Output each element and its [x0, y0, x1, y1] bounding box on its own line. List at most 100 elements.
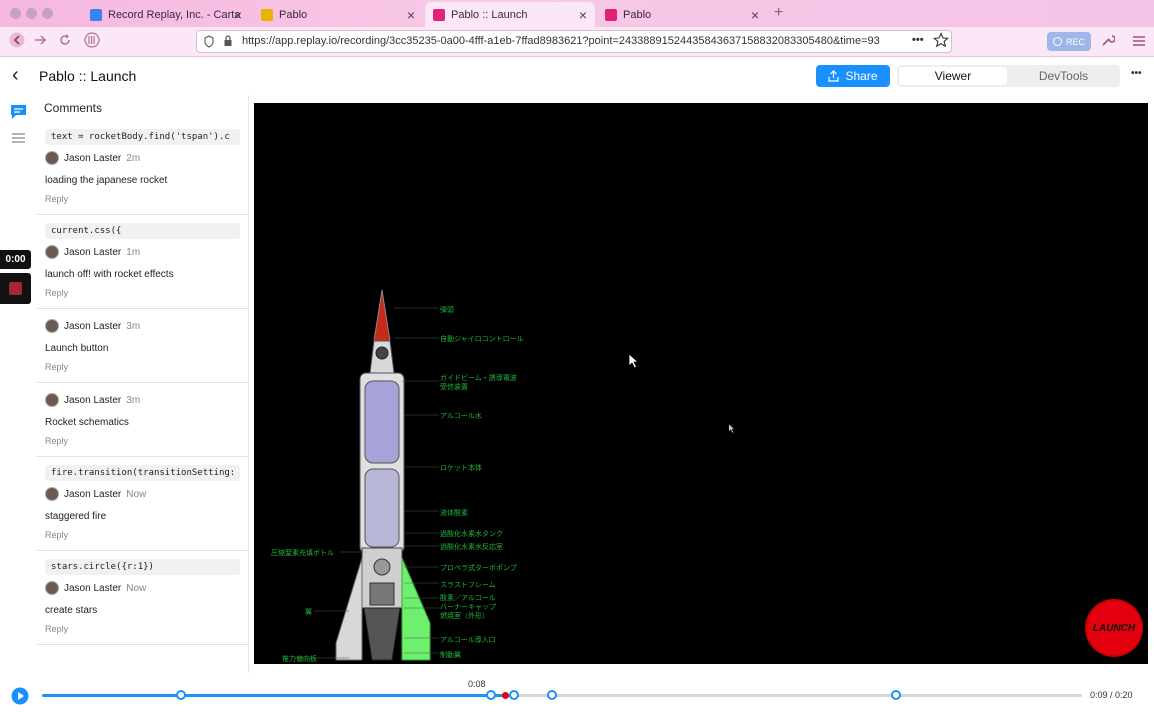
rec-label: REC — [1065, 36, 1085, 47]
comment-marker[interactable] — [509, 690, 519, 700]
schematic-label: 過酸化水素水タンク — [440, 531, 503, 538]
address-bar[interactable]: https://app.replay.io/recording/3cc35235… — [196, 30, 952, 53]
comment-text: Rocket schematics — [45, 417, 129, 428]
page-actions-icon[interactable]: ••• — [912, 34, 924, 46]
play-icon — [11, 687, 29, 705]
comment-time: 3m — [126, 320, 141, 332]
timeline-progress — [42, 694, 510, 697]
reply-link[interactable]: Reply — [45, 288, 240, 302]
play-button[interactable] — [11, 687, 29, 710]
window-close-dot[interactable] — [10, 8, 21, 19]
comment-card[interactable]: Jason Laster 3m Rocket schematics Reply — [37, 383, 248, 457]
more-options-icon[interactable]: ••• — [1131, 68, 1142, 79]
window-zoom-dot[interactable] — [42, 8, 53, 19]
author-name: Jason Laster — [64, 488, 122, 500]
comment-author-row: Jason Laster 3m — [45, 391, 240, 409]
wrench-icon[interactable] — [1101, 33, 1116, 52]
comment-card[interactable]: fire.transition(transitionSetting: Jason … — [37, 457, 248, 551]
comment-card[interactable]: text = rocketBody.find('tspan').c Jason L… — [37, 121, 248, 215]
browser-tab-pablo-2[interactable]: Pablo × — [597, 2, 767, 27]
comment-text: Launch button — [45, 343, 109, 354]
code-snippet: current.css({ — [45, 223, 240, 239]
comment-marker[interactable] — [891, 690, 901, 700]
author-name: Jason Laster — [64, 394, 122, 406]
share-icon — [828, 70, 840, 82]
reply-link[interactable]: Reply — [45, 362, 240, 376]
browser-toolbar: https://app.replay.io/recording/3cc35235… — [0, 27, 1154, 57]
record-icon — [1052, 37, 1062, 46]
replay-favicon-icon — [433, 8, 445, 21]
avatar — [45, 393, 59, 407]
comment-text: launch off! with rocket effects — [45, 269, 174, 280]
code-snippet: text = rocketBody.find('tspan').c — [45, 129, 240, 145]
schematic-label: 燃焼室（外形） — [440, 613, 489, 620]
browser-tab-carta[interactable]: Record Replay, Inc. - Carta × — [82, 2, 250, 27]
reply-link[interactable]: Reply — [45, 530, 240, 544]
schematic-label: 液体酸素 — [440, 510, 468, 517]
new-tab-button[interactable]: + — [774, 4, 783, 22]
schematic-label: 翼 — [305, 609, 312, 616]
rec-button[interactable]: REC — [1047, 32, 1091, 51]
forward-icon[interactable] — [33, 33, 47, 50]
comment-card[interactable]: stars.circle({r:1}) Jason Laster Now create… — [37, 551, 248, 645]
reply-link[interactable]: Reply — [45, 436, 240, 450]
back-icon[interactable] — [9, 32, 25, 51]
hamburger-menu-icon[interactable] — [1132, 34, 1146, 53]
stop-icon — [9, 282, 22, 295]
events-list-icon[interactable] — [11, 131, 26, 149]
tab-label: Pablo — [623, 8, 652, 21]
share-button[interactable]: Share — [816, 65, 890, 87]
tab-close-icon[interactable]: × — [579, 7, 587, 23]
comment-author-row: Jason Laster Now — [45, 485, 240, 503]
schematic-label: 受信装置 — [440, 384, 468, 391]
schematic-label: プロペラ式ターボポンプ — [440, 565, 517, 572]
library-icon[interactable] — [84, 32, 100, 51]
window-minimize-dot[interactable] — [26, 8, 37, 19]
avatar — [45, 581, 59, 595]
comment-author-row: Jason Laster 1m — [45, 243, 240, 261]
left-rail: 0:00 — [0, 95, 37, 670]
browser-tab-pablo-launch[interactable]: Pablo :: Launch × — [425, 2, 595, 27]
tab-close-icon[interactable]: × — [751, 7, 759, 23]
devtools-tab[interactable]: DevTools — [1009, 67, 1118, 85]
tab-close-icon[interactable]: × — [407, 7, 415, 23]
time-badge: 0:00 — [0, 250, 31, 269]
comments-panel-icon[interactable] — [10, 104, 27, 125]
view-mode-toggle: Viewer DevTools — [897, 65, 1120, 87]
replay-favicon-icon — [605, 8, 617, 21]
comment-author-row: Jason Laster Now — [45, 579, 240, 597]
cursor-icon — [628, 353, 640, 374]
playhead[interactable] — [502, 692, 509, 699]
avatar — [45, 487, 59, 501]
tab-close-icon[interactable]: × — [234, 7, 242, 23]
replay-viewer-stage[interactable]: 弾頭 自動ジャイロコントロール ガイドビーム・誘導電波 受信装置 アルコール水 … — [254, 103, 1148, 664]
tab-label: Pablo — [279, 8, 308, 21]
stop-recording-button[interactable] — [0, 273, 31, 304]
comment-card[interactable]: Jason Laster 3m Launch button Reply — [37, 309, 248, 383]
comment-time: Now — [126, 488, 147, 500]
comment-text: create stars — [45, 605, 98, 616]
launch-button[interactable]: LAUNCH — [1087, 601, 1141, 655]
reply-link[interactable]: Reply — [45, 624, 240, 638]
schematic-label: 推力偏向板 — [282, 656, 317, 663]
back-chevron-icon[interactable]: ‹ — [12, 64, 19, 87]
reload-icon[interactable] — [58, 33, 72, 50]
comment-card[interactable]: current.css({ Jason Laster 1m launch off! w… — [37, 215, 248, 309]
tab-label: Record Replay, Inc. - Carta — [108, 8, 241, 21]
pablo-favicon-icon — [261, 8, 273, 21]
comment-marker[interactable] — [486, 690, 496, 700]
code-snippet: fire.transition(transitionSetting: — [45, 465, 240, 481]
comment-time: 3m — [126, 394, 141, 406]
bookmark-star-icon[interactable] — [932, 32, 950, 53]
avatar — [45, 245, 59, 259]
lock-icon[interactable] — [222, 31, 234, 52]
reply-link[interactable]: Reply — [45, 194, 240, 208]
shield-icon[interactable] — [203, 31, 215, 52]
comment-marker[interactable] — [176, 690, 186, 700]
viewer-tab[interactable]: Viewer — [899, 67, 1007, 85]
url-text: https://app.replay.io/recording/3cc35235… — [242, 35, 880, 47]
browser-tab-pablo-1[interactable]: Pablo × — [253, 2, 423, 27]
rocket-schematic — [294, 289, 439, 661]
comment-marker[interactable] — [547, 690, 557, 700]
author-name: Jason Laster — [64, 320, 122, 332]
